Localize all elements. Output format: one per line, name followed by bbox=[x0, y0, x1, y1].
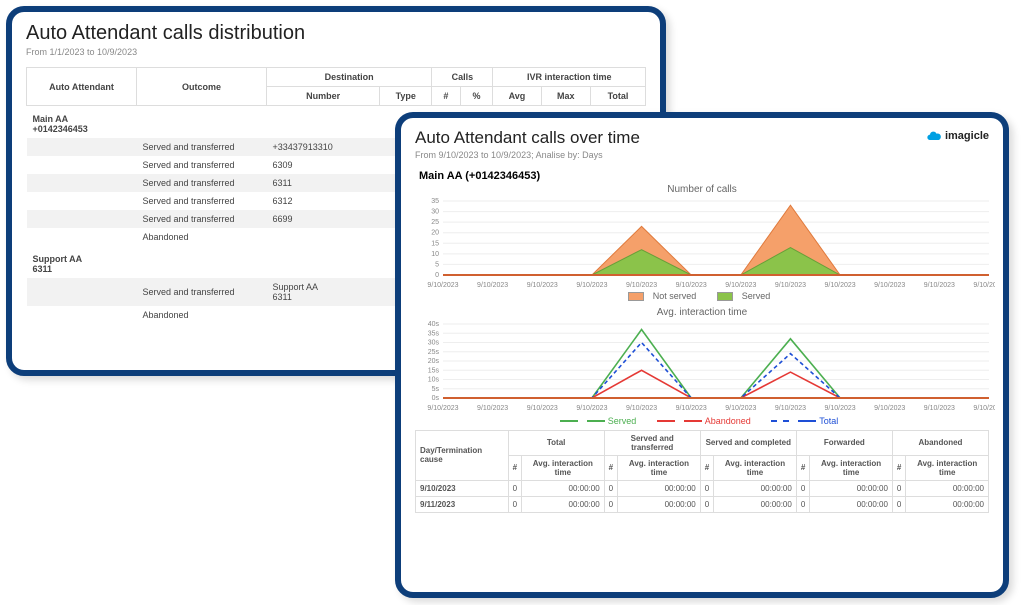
brand-logo: imagicle bbox=[926, 128, 989, 144]
svg-text:9/10/2023: 9/10/2023 bbox=[973, 405, 995, 412]
svg-text:30: 30 bbox=[431, 209, 439, 216]
legend-time-total: Total bbox=[798, 416, 838, 426]
svg-text:0s: 0s bbox=[432, 395, 440, 402]
svg-text:9/10/2023: 9/10/2023 bbox=[676, 282, 707, 289]
svg-text:15s: 15s bbox=[428, 367, 440, 374]
col-calls: Calls bbox=[432, 68, 493, 87]
svg-text:9/10/2023: 9/10/2023 bbox=[725, 282, 756, 289]
col-pct: % bbox=[460, 87, 493, 106]
dist-date-range: From 1/1/2023 to 10/9/2023 bbox=[26, 47, 646, 57]
svg-text:9/10/2023: 9/10/2023 bbox=[874, 282, 905, 289]
svg-text:35: 35 bbox=[431, 198, 439, 205]
col-total: Total bbox=[591, 87, 646, 106]
svg-text:9/10/2023: 9/10/2023 bbox=[825, 405, 856, 412]
calls-chart-title: Number of calls bbox=[415, 184, 989, 195]
svg-text:0: 0 bbox=[435, 272, 439, 279]
col-avg: Avg bbox=[493, 87, 541, 106]
svg-text:5: 5 bbox=[435, 261, 439, 268]
col-destination: Destination bbox=[267, 68, 432, 87]
dist-title: Auto Attendant calls distribution bbox=[26, 22, 646, 45]
col-ivr: IVR interaction time bbox=[493, 68, 646, 87]
queue-name: Main AA (+0142346453) bbox=[419, 170, 989, 182]
svg-text:9/10/2023: 9/10/2023 bbox=[775, 405, 806, 412]
col-auto-attendant: Auto Attendant bbox=[27, 68, 137, 106]
time-chart: 0s 5s 10s 15s 20s 25s 30s 35s 40s 9/10/2023 9/10/2… bbox=[415, 320, 995, 412]
svg-text:9/10/2023: 9/10/2023 bbox=[874, 405, 905, 412]
svg-text:9/10/2023: 9/10/2023 bbox=[576, 405, 607, 412]
calls-legend: Not served Served bbox=[415, 291, 989, 303]
term-col-day: Day/Termination cause bbox=[416, 430, 509, 480]
svg-text:9/10/2023: 9/10/2023 bbox=[775, 282, 806, 289]
svg-text:20: 20 bbox=[431, 230, 439, 237]
svg-text:10s: 10s bbox=[428, 376, 440, 383]
svg-text:40s: 40s bbox=[428, 321, 440, 328]
svg-text:9/10/2023: 9/10/2023 bbox=[626, 282, 657, 289]
term-col-ab: Abandoned bbox=[892, 430, 988, 455]
legend-served: Served bbox=[742, 291, 771, 301]
brand-text: imagicle bbox=[945, 130, 989, 142]
legend-time-served: Served bbox=[587, 416, 637, 426]
col-outcome: Outcome bbox=[137, 68, 267, 106]
col-number: Number bbox=[267, 87, 380, 106]
svg-text:9/10/2023: 9/10/2023 bbox=[725, 405, 756, 412]
svg-text:9/10/2023: 9/10/2023 bbox=[676, 405, 707, 412]
svg-text:9/10/2023: 9/10/2023 bbox=[527, 282, 558, 289]
termination-table: Day/Termination cause Total Served and t… bbox=[415, 430, 989, 513]
col-type: Type bbox=[380, 87, 432, 106]
svg-text:9/10/2023: 9/10/2023 bbox=[427, 282, 458, 289]
term-col-st: Served and transferred bbox=[604, 430, 700, 455]
col-max: Max bbox=[541, 87, 591, 106]
term-col-fw: Forwarded bbox=[796, 430, 892, 455]
ot-title: Auto Attendant calls over time bbox=[415, 128, 989, 148]
calls-chart: 0 5 10 15 20 25 30 35 9/10/2023 9/10/2023 9/10/202… bbox=[415, 197, 995, 289]
time-legend: Served Abandoned Total bbox=[415, 414, 989, 426]
svg-text:10: 10 bbox=[431, 251, 439, 258]
svg-text:25s: 25s bbox=[428, 348, 440, 355]
svg-text:15: 15 bbox=[431, 240, 439, 247]
overtime-panel: imagicle Auto Attendant calls over time … bbox=[395, 112, 1009, 598]
svg-text:9/10/2023: 9/10/2023 bbox=[626, 405, 657, 412]
svg-text:9/10/2023: 9/10/2023 bbox=[527, 405, 558, 412]
svg-text:9/10/2023: 9/10/2023 bbox=[973, 282, 995, 289]
svg-text:5s: 5s bbox=[432, 385, 440, 392]
svg-text:30s: 30s bbox=[428, 339, 440, 346]
col-count: # bbox=[432, 87, 460, 106]
svg-text:9/10/2023: 9/10/2023 bbox=[576, 282, 607, 289]
svg-text:9/10/2023: 9/10/2023 bbox=[825, 282, 856, 289]
svg-text:9/10/2023: 9/10/2023 bbox=[477, 282, 508, 289]
svg-text:9/10/2023: 9/10/2023 bbox=[924, 405, 955, 412]
svg-text:9/10/2023: 9/10/2023 bbox=[427, 405, 458, 412]
term-col-sc: Served and completed bbox=[700, 430, 796, 455]
svg-text:20s: 20s bbox=[428, 358, 440, 365]
legend-time-abandoned: Abandoned bbox=[684, 416, 751, 426]
svg-text:25: 25 bbox=[431, 219, 439, 226]
time-chart-title: Avg. interaction time bbox=[415, 307, 989, 318]
table-row: 9/10/2023000:00:00000:00:00000:00:00000:… bbox=[416, 480, 989, 496]
table-row: 9/11/2023000:00:00000:00:00000:00:00000:… bbox=[416, 496, 989, 512]
cloud-icon bbox=[926, 128, 942, 144]
svg-text:9/10/2023: 9/10/2023 bbox=[477, 405, 508, 412]
svg-text:9/10/2023: 9/10/2023 bbox=[924, 282, 955, 289]
ot-date-range: From 9/10/2023 to 10/9/2023; Analise by:… bbox=[415, 150, 989, 160]
term-col-total: Total bbox=[508, 430, 604, 455]
legend-not-served: Not served bbox=[653, 291, 697, 301]
svg-text:35s: 35s bbox=[428, 330, 440, 337]
